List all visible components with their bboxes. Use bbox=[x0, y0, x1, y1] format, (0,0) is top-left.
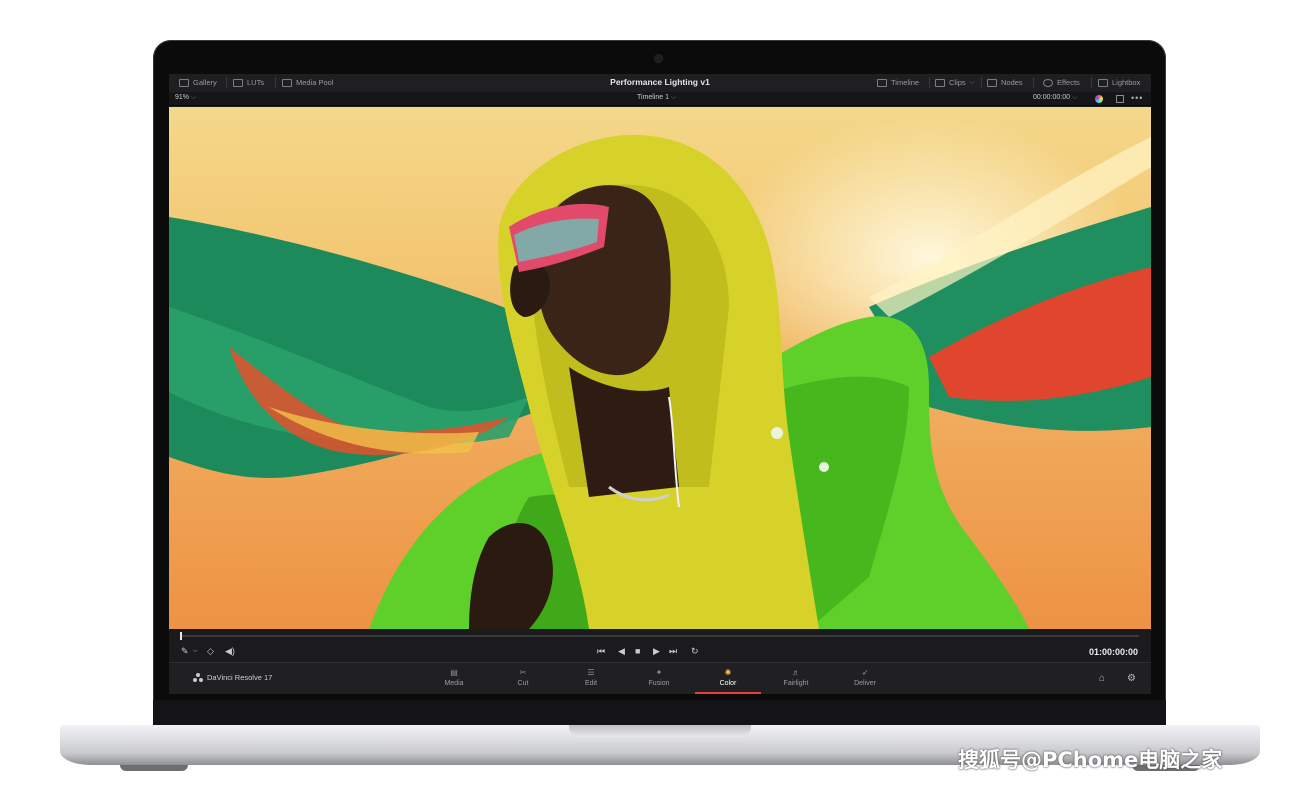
screen: Gallery LUTs Media Pool Performance Ligh… bbox=[169, 74, 1151, 694]
laptop-opening-notch bbox=[569, 725, 751, 737]
fullscreen-icon[interactable] bbox=[1116, 95, 1124, 103]
home-icon[interactable]: ⌂ bbox=[1099, 673, 1105, 684]
color-wheel-icon[interactable] bbox=[1095, 95, 1103, 103]
timeline-name: Timeline 1 bbox=[637, 94, 670, 101]
nodes-button[interactable]: Nodes bbox=[987, 78, 1023, 87]
chevron-down-icon: ⌵ bbox=[1071, 94, 1078, 101]
eyedropper-icon[interactable]: ✎ bbox=[181, 646, 189, 657]
tab-edit-label: Edit bbox=[584, 680, 598, 687]
more-options-icon[interactable]: ••• bbox=[1131, 93, 1143, 103]
lightbox-icon bbox=[1098, 78, 1108, 87]
gear-icon[interactable]: ⚙ bbox=[1127, 673, 1136, 684]
fusion-page-icon: ✦ bbox=[655, 668, 663, 677]
app-brand: DaVinci Resolve 17 bbox=[193, 673, 272, 682]
tab-deliver[interactable]: ➶ Deliver bbox=[832, 665, 898, 692]
camera-icon bbox=[655, 55, 662, 62]
watermark: 搜狐号@PChome电脑之家 bbox=[958, 748, 1223, 772]
tab-color-label: Color bbox=[719, 680, 737, 687]
top-toolbar: Gallery LUTs Media Pool Performance Ligh… bbox=[169, 74, 1151, 92]
divider bbox=[1091, 77, 1092, 88]
timeline-selector[interactable]: Timeline 1 ⌵ bbox=[637, 94, 676, 102]
video-viewer[interactable] bbox=[169, 107, 1151, 629]
edit-page-icon: ☰ bbox=[587, 668, 595, 677]
tab-edit[interactable]: ☰ Edit bbox=[558, 665, 624, 692]
play-reverse-icon[interactable]: ◀ bbox=[618, 646, 625, 657]
effects-button[interactable]: Effects bbox=[1043, 78, 1080, 87]
loop-icon[interactable]: ↻ bbox=[691, 646, 699, 657]
lightbox-button[interactable]: Lightbox bbox=[1098, 78, 1140, 87]
skip-forward-icon[interactable]: ⏭ bbox=[669, 646, 677, 657]
deliver-page-icon: ➶ bbox=[861, 668, 869, 677]
tab-deliver-label: Deliver bbox=[854, 680, 876, 687]
playhead[interactable] bbox=[180, 632, 182, 640]
app-name: DaVinci Resolve 17 bbox=[207, 673, 273, 682]
divider bbox=[1033, 77, 1034, 88]
color-page-icon: ✺ bbox=[724, 668, 732, 677]
media-page-icon: ▤ bbox=[450, 668, 458, 677]
tab-fusion[interactable]: ✦ Fusion bbox=[626, 665, 692, 692]
zoom-dropdown[interactable]: 91% ⌵ bbox=[175, 94, 196, 102]
cut-page-icon: ✂ bbox=[519, 668, 527, 677]
zoom-value: 91% bbox=[175, 94, 190, 101]
tab-fusion-label: Fusion bbox=[648, 680, 670, 687]
play-icon[interactable]: ▶ bbox=[653, 646, 660, 657]
skip-back-icon[interactable]: ⏮ bbox=[597, 646, 605, 657]
tab-cut-label: Cut bbox=[517, 680, 529, 687]
tab-media-label: Media bbox=[444, 680, 464, 687]
effects-label: Effects bbox=[1057, 78, 1080, 87]
page-navigation: DaVinci Resolve 17 ▤ Media ✂ Cut ☰ Edit … bbox=[169, 662, 1151, 694]
record-timecode: 01:00:00:00 bbox=[1088, 647, 1138, 657]
nodes-label: Nodes bbox=[1001, 78, 1023, 87]
fairlight-page-icon: ♬ bbox=[792, 668, 800, 677]
viewer-header: 91% ⌵ Timeline 1 ⌵ 00:00:00:00 ⌵ ••• bbox=[169, 92, 1151, 106]
chevron-down-icon: ⌵ bbox=[190, 94, 197, 101]
clips-icon bbox=[935, 78, 945, 87]
divider bbox=[929, 77, 930, 88]
tab-media[interactable]: ▤ Media bbox=[421, 665, 487, 692]
viewer-frame-image bbox=[169, 134, 1151, 629]
lightbox-label: Lightbox bbox=[1112, 78, 1141, 87]
source-timecode: 00:00:00:00 bbox=[1033, 94, 1070, 101]
timeline-icon bbox=[877, 78, 887, 87]
chevron-down-icon: ⌵ bbox=[969, 78, 975, 86]
tab-cut[interactable]: ✂ Cut bbox=[490, 665, 556, 692]
stop-icon[interactable]: ■ bbox=[635, 646, 640, 656]
clips-label: Clips bbox=[949, 78, 966, 87]
tab-fairlight-label: Fairlight bbox=[783, 680, 809, 687]
chevron-down-icon[interactable]: ⌵ bbox=[193, 648, 198, 655]
tab-color[interactable]: ✺ Color bbox=[695, 665, 761, 694]
timeline-label: Timeline bbox=[891, 78, 920, 87]
chevron-down-icon: ⌵ bbox=[670, 94, 677, 101]
tab-fairlight[interactable]: ♬ Fairlight bbox=[763, 665, 829, 692]
layers-icon[interactable]: ◇ bbox=[207, 646, 214, 657]
source-timecode-dropdown[interactable]: 00:00:00:00 ⌵ bbox=[1033, 94, 1077, 102]
effects-icon bbox=[1043, 78, 1053, 87]
divider bbox=[981, 77, 982, 88]
timeline-scrubber[interactable] bbox=[181, 635, 1139, 637]
transport-bar: ✎ ⌵ ◇ ◀) ⏮ ◀ ■ ▶ ⏭ ↻ 01:00:00:00 bbox=[169, 629, 1151, 662]
laptop-foot bbox=[120, 765, 188, 771]
timeline-button[interactable]: Timeline bbox=[877, 78, 919, 87]
nodes-icon bbox=[987, 78, 997, 87]
clips-button[interactable]: Clips ⌵ bbox=[935, 78, 975, 87]
volume-icon[interactable]: ◀) bbox=[225, 646, 235, 657]
laptop-bezel-chin bbox=[153, 700, 1166, 728]
davinci-logo-icon bbox=[193, 673, 203, 682]
